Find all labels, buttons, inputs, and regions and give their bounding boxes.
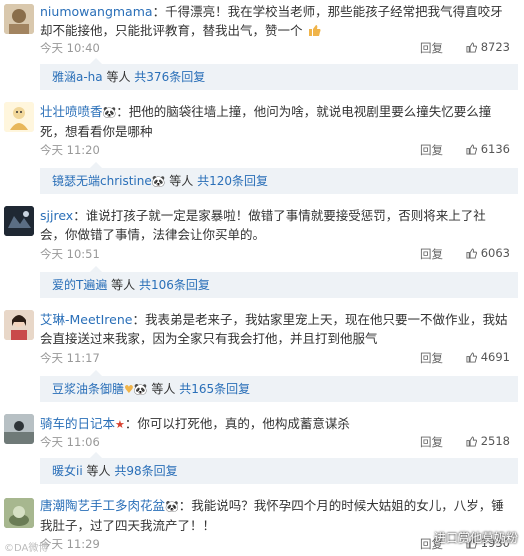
comment-user[interactable]: 壮壮喷喷香 <box>40 104 103 119</box>
comment-text: niumowangmama：千得漂亮！我在学校当老师，那些能孩子经常把我气得直咬… <box>40 2 508 40</box>
reply-mid: 等人 <box>82 464 115 478</box>
comment-time: 今天 11:29 <box>40 537 100 551</box>
panda-icon: 🐼 <box>151 175 166 188</box>
like-button[interactable]: 8723 <box>466 40 510 54</box>
reply-mid: 等人 <box>107 278 139 292</box>
comment-body: ：谁说打孩子就一定是家暴啦！做错了事情就要接受惩罚，否则将来上了社会，你做错了事… <box>40 208 486 242</box>
reply-users[interactable]: 雅涵a-ha <box>52 70 103 84</box>
reply-button[interactable]: 回复 <box>420 40 443 56</box>
comment-user[interactable]: 艾琳-MeetIrene <box>40 312 132 327</box>
comment-user[interactable]: niumowangmama <box>40 4 153 19</box>
comment-meta: 今天 11:17 回复 4691 <box>40 350 514 368</box>
reply-users[interactable]: 暖女ii <box>52 464 83 478</box>
comment: 壮壮喷喷香🐼：把他的脑袋往墙上撞，他问为啥，就说电视剧里要么撞失忆要么撞死，想看… <box>0 96 524 194</box>
comment: 骑车的日记本★：你可以打死他，真的，他构成蓄意谋杀 今天 11:06 回复 25… <box>0 408 524 486</box>
reply-summary[interactable]: 爱的T遍遍 等人 共106条回复 <box>40 266 518 298</box>
avatar[interactable] <box>4 102 34 132</box>
like-button[interactable]: 4691 <box>466 350 510 364</box>
reply-mid: 等人 <box>102 70 135 84</box>
watermark: 进口赏他莫奶粉 <box>433 531 518 545</box>
like-count: 6063 <box>480 246 510 260</box>
like-count: 4691 <box>480 350 510 364</box>
like-count: 2518 <box>480 434 510 448</box>
comment-user[interactable]: 唐潮陶艺手工多肉花盆 <box>40 498 165 513</box>
comment-time: 今天 11:06 <box>40 435 100 449</box>
comment: 艾琳-MeetIrene：我表弟是老来子，我姑家里宠上天，现在他只要一不做作业，… <box>0 304 524 402</box>
reply-summary[interactable]: 豆浆油条御膳♥🐼 等人 共165条回复 <box>40 370 518 402</box>
avatar[interactable] <box>4 414 34 444</box>
comment: 唐潮陶艺手工多肉花盆🐼：我能说吗？我怀孕四个月的时候大姑姐的女儿，八岁，锤我肚子… <box>0 492 524 556</box>
like-icon <box>466 143 477 155</box>
reply-users[interactable]: 镜瑟无端christine <box>52 174 152 188</box>
reply-button[interactable]: 回复 <box>420 434 443 450</box>
reply-button[interactable]: 回复 <box>420 350 443 366</box>
comment-user[interactable]: 骑车的日记本 <box>40 416 115 431</box>
avatar[interactable] <box>4 310 34 340</box>
comment-text: 艾琳-MeetIrene：我表弟是老来子，我姑家里宠上天，现在他只要一不做作业，… <box>40 310 508 348</box>
comment-time: 今天 11:17 <box>40 351 100 365</box>
comment-body: ：你可以打死他，真的，他构成蓄意谋杀 <box>124 416 350 431</box>
reply-count[interactable]: 共376条回复 <box>134 70 205 84</box>
reply-summary[interactable]: 暖女ii 等人 共98条回复 <box>40 452 518 484</box>
panda-icon: 🐼 <box>133 383 148 396</box>
avatar[interactable] <box>4 4 34 34</box>
avatar[interactable] <box>4 498 34 528</box>
like-button[interactable]: 2518 <box>466 434 510 448</box>
watermark-left: ©DA微博 <box>4 543 49 554</box>
reply-summary[interactable]: 雅涵a-ha 等人 共376条回复 <box>40 58 518 90</box>
comment-time: 今天 11:20 <box>40 143 100 157</box>
like-icon <box>466 41 477 53</box>
reply-users[interactable]: 爱的T遍遍 <box>52 278 107 292</box>
star-icon: ★ <box>115 418 125 431</box>
like-button[interactable]: 6136 <box>466 142 510 156</box>
reply-button[interactable]: 回复 <box>420 246 443 262</box>
panda-icon: 🐼 <box>165 500 179 513</box>
comment-meta: 今天 10:40 回复 8723 <box>40 40 514 58</box>
comment-user[interactable]: sjjrex <box>40 208 73 223</box>
comment-text: sjjrex：谁说打孩子就一定是家暴啦！做错了事情就要接受惩罚，否则将来上了社会… <box>40 206 508 244</box>
comment-meta: 今天 11:20 回复 6136 <box>40 142 514 160</box>
comment: niumowangmama：千得漂亮！我在学校当老师，那些能孩子经常把我气得直咬… <box>0 0 524 92</box>
reply-users[interactable]: 豆浆油条御膳 <box>52 382 124 396</box>
like-count: 6136 <box>480 142 510 156</box>
reply-mid: 等人 <box>165 174 198 188</box>
reply-count[interactable]: 共98条回复 <box>114 464 177 478</box>
comment-meta: 今天 10:51 回复 6063 <box>40 246 514 264</box>
heart-icon: ♥ <box>124 383 134 396</box>
comment: sjjrex：谁说打孩子就一定是家暴啦！做错了事情就要接受惩罚，否则将来上了社会… <box>0 200 524 298</box>
comment-meta: 今天 11:06 回复 2518 <box>40 434 514 452</box>
reply-mid: 等人 <box>147 382 180 396</box>
like-count: 8723 <box>480 40 510 54</box>
like-icon <box>466 247 477 259</box>
avatar[interactable] <box>4 206 34 236</box>
comment-text: 壮壮喷喷香🐼：把他的脑袋往墙上撞，他问为啥，就说电视剧里要么撞失忆要么撞死，想看… <box>40 102 508 141</box>
like-icon <box>466 351 477 363</box>
comment-time: 今天 10:40 <box>40 41 100 55</box>
like-button[interactable]: 6063 <box>466 246 510 260</box>
reply-count[interactable]: 共106条回复 <box>139 278 210 292</box>
thumbs-up-icon <box>303 23 321 38</box>
comment-time: 今天 10:51 <box>40 247 100 261</box>
like-icon <box>466 435 477 447</box>
reply-button[interactable]: 回复 <box>420 142 443 158</box>
reply-count[interactable]: 共120条回复 <box>197 174 268 188</box>
panda-icon: 🐼 <box>102 106 117 119</box>
reply-summary[interactable]: 镜瑟无端christine🐼 等人 共120条回复 <box>40 162 518 194</box>
comment-text: 骑车的日记本★：你可以打死他，真的，他构成蓄意谋杀 <box>40 414 508 434</box>
reply-count[interactable]: 共165条回复 <box>179 382 250 396</box>
